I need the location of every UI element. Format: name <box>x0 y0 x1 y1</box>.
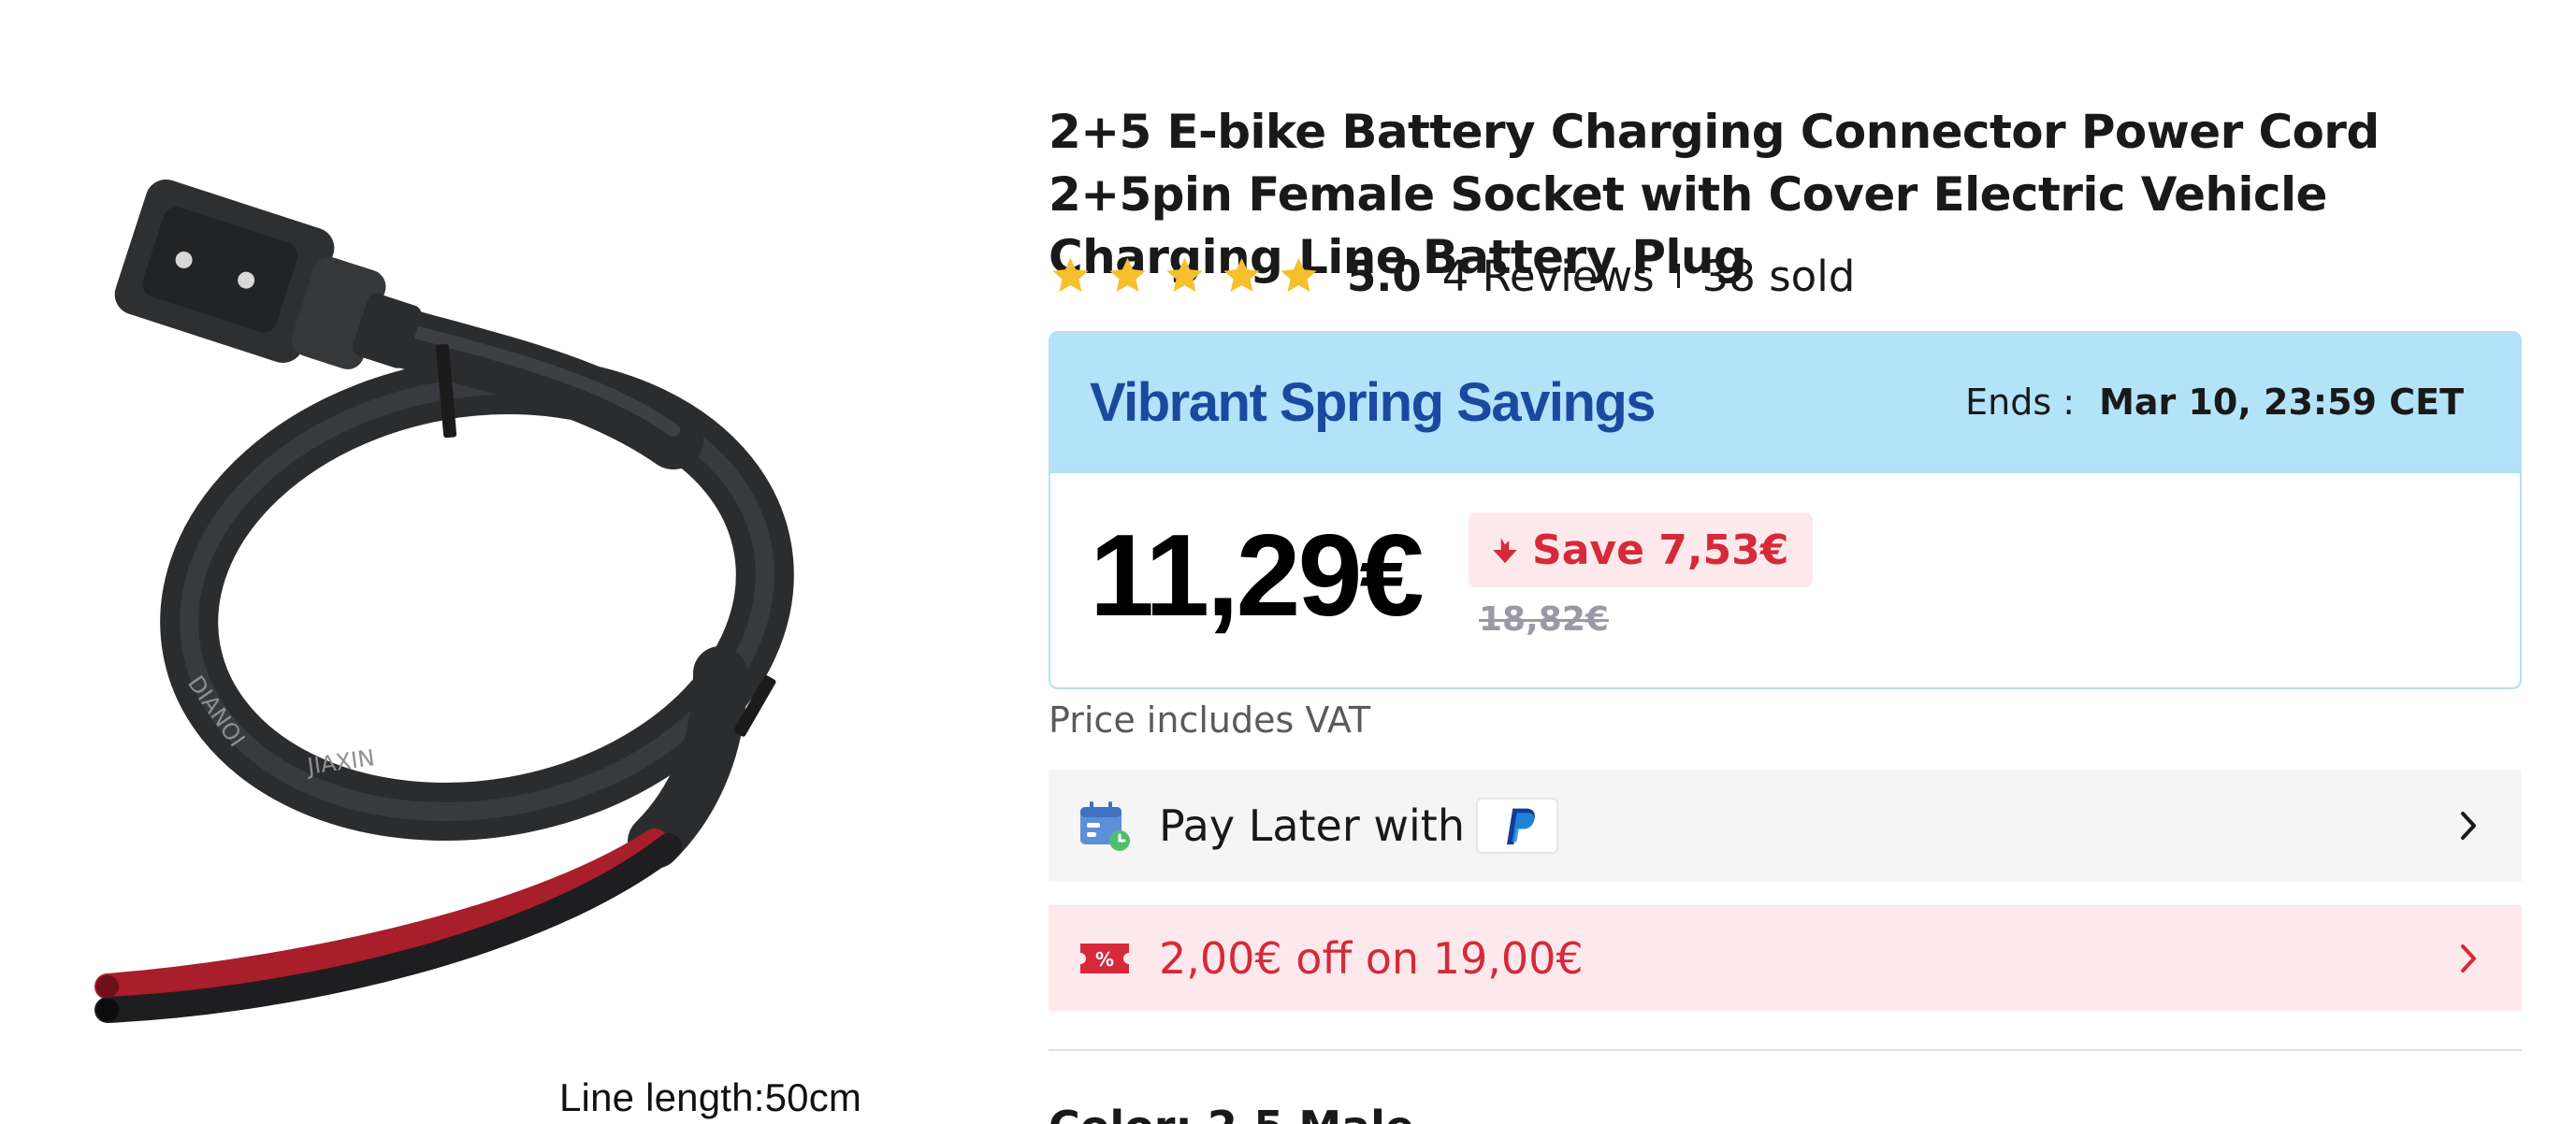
promo-ends: Ends : Mar 10, 23:59 CET <box>1965 382 2464 423</box>
promo-body: 11,29€ Save 7,53€ 18,82€ <box>1050 473 2520 687</box>
original-price: 18,82€ <box>1479 600 1609 639</box>
svg-text:%: % <box>1095 948 1114 971</box>
current-price: 11,29€ <box>1090 512 1424 641</box>
pay-later-label: Pay Later with <box>1159 800 1465 851</box>
paypal-icon <box>1476 798 1558 854</box>
chevron-right-icon <box>2461 812 2476 840</box>
promo-header: Vibrant Spring Savings Ends : Mar 10, 23… <box>1050 333 2520 473</box>
star-icon <box>1166 257 1203 292</box>
save-badge: Save 7,53€ <box>1469 512 1814 587</box>
divider <box>1049 1049 2522 1051</box>
image-caption: Line length:50cm <box>559 1075 862 1119</box>
star-icon <box>1052 257 1089 292</box>
rating-row[interactable]: 5.0 4 Reviews 38 sold <box>1049 245 1855 307</box>
star-icon <box>1109 257 1146 292</box>
vat-note: Price includes VAT <box>1049 699 1371 741</box>
product-image[interactable]: JIAXIN DIANOI Line length:50cm <box>0 0 1010 1124</box>
chevron-right-icon <box>2461 944 2476 973</box>
color-label: Color: 2.5 Male <box>1049 1102 1414 1124</box>
coupon-label: 2,00€ off on 19,00€ <box>1159 932 1584 984</box>
arrow-down-icon <box>1493 538 1517 564</box>
percent-ticket-icon: % <box>1080 943 1129 973</box>
ends-label: Ends : <box>1965 382 2076 423</box>
reviews-link[interactable]: 4 Reviews <box>1442 252 1655 301</box>
promo-name: Vibrant Spring Savings <box>1090 371 1657 433</box>
star-icon <box>1223 257 1260 292</box>
separator <box>1676 264 1680 288</box>
save-amount: Save 7,53€ <box>1532 526 1789 574</box>
calendar-clock-icon <box>1080 801 1130 851</box>
sold-count: 38 sold <box>1701 251 1856 301</box>
rating-stars <box>1049 254 1321 298</box>
pay-later-row[interactable]: Pay Later with <box>1049 770 2522 882</box>
promo-box: Vibrant Spring Savings Ends : Mar 10, 23… <box>1049 331 2522 689</box>
cable-image: JIAXIN DIANOI <box>94 179 794 1023</box>
star-icon <box>1281 257 1317 292</box>
ends-date: Mar 10, 23:59 CET <box>2099 382 2464 423</box>
product-details: 2+5 E-bike Battery Charging Connector Po… <box>1049 0 2522 1124</box>
rating-value: 5.0 <box>1347 251 1422 301</box>
coupon-row[interactable]: % 2,00€ off on 19,00€ <box>1049 905 2522 1011</box>
